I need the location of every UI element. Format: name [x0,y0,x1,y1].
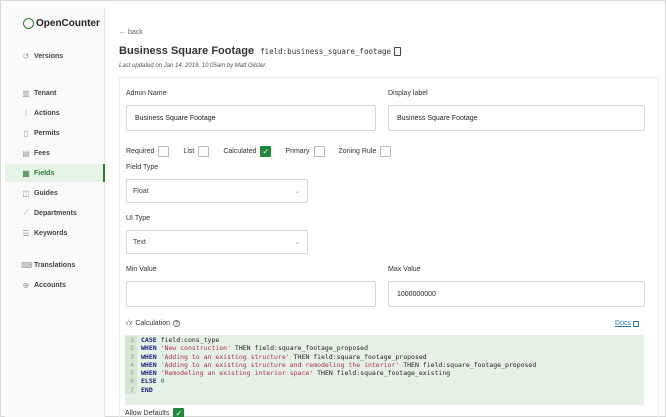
sidebar-item-label: Departments [34,209,77,217]
check-icon: ✓ [175,409,183,417]
main-content: ← back Business Square Footage field:bus… [119,1,659,417]
logo-text: OpenCounter [36,18,100,29]
sidebar-item-guides[interactable]: ◫ Guides [21,187,58,199]
display-label-label: Display label [388,90,428,97]
code-line: 4 WHEN 'Adding to an existing structure a… [125,360,644,370]
sidebar-item-label: Versions [34,52,64,60]
sidebar-item-departments[interactable]: ⟋ Departments [21,207,77,219]
logo-icon [23,18,34,29]
sidebar-item-permits[interactable]: ▯ Permits [21,127,60,139]
sidebar-item-actions[interactable]: ⁞ Actions [21,107,60,119]
code-line: 6 ELSE 0 [125,377,644,386]
allow-defaults-checkbox[interactable]: ✓ [173,408,185,417]
field-code: field:business_square_footage [260,46,392,56]
ui-type-value: Text [133,238,146,246]
logo[interactable]: OpenCounter [23,18,100,29]
max-value-label: Max Value [388,266,421,273]
calculation-code-editor[interactable]: 1 CASE field:cons_type 2 WHEN 'New constru… [125,335,644,405]
code-line: 2 WHEN 'New construction' THEN field:squa… [125,344,644,353]
globe-icon: ⊕ [22,280,30,290]
keyboard-icon: ⌨ [21,260,33,270]
help-icon[interactable]: ? [172,320,180,327]
sqrt-icon: √x [125,320,133,327]
sidebar-item-label: Keywords [34,229,68,237]
primary-checkbox[interactable] [313,146,325,157]
required-label: Required [126,148,155,155]
code-line: 7 END [125,385,644,395]
list-label: List [183,148,195,155]
required-checkbox[interactable] [158,146,170,157]
sidebar-item-label: Translations [34,261,76,269]
receipt-icon: ▤ [22,148,30,158]
actions-icon: ⁞ [24,108,28,118]
leaf-icon: ⟋ [23,208,29,217]
list-checkbox-item[interactable]: List [183,146,210,157]
sidebar-item-accounts[interactable]: ⊕ Accounts [21,279,66,291]
external-link-icon [633,320,639,327]
calculated-label: Calculated [223,148,257,155]
chevron-down-icon: ⌄ [294,189,300,195]
min-value-input[interactable] [126,281,376,307]
ui-type-select[interactable]: Text ⌄ [126,230,308,254]
calculated-checkbox[interactable]: ✓ [260,146,272,157]
copy-icon[interactable] [394,46,402,56]
docs-link[interactable]: Docs [615,320,639,327]
sidebar-item-label: Permits [34,129,60,137]
back-link[interactable]: ← back [119,29,143,36]
admin-name-input[interactable]: Business Square Footage [126,105,376,131]
zoning-rule-checkbox[interactable] [380,146,392,157]
calculation-label-text: Calculation [135,320,170,327]
chevron-down-icon: ⌄ [294,240,300,246]
required-checkbox-item[interactable]: Required [126,146,170,157]
building-icon: ▥ [22,88,30,98]
table-icon: ▦ [22,168,30,178]
primary-checkbox-item[interactable]: Primary [285,146,325,157]
field-type-value: Float [133,187,149,195]
app-window: OpenCounter ↺ Versions ▥ Tenant ⁞ Action… [0,0,666,417]
sidebar-item-label: Actions [34,109,60,117]
zoning-rule-label: Zoning Rule [338,148,377,155]
sidebar-item-label: Guides [34,189,58,197]
document-icon: ▯ [23,128,29,138]
sidebar-item-translations[interactable]: ⌨ Translations [21,259,75,271]
sidebar-item-label: Fees [34,149,50,157]
ui-type-label: UI Type [126,215,150,222]
admin-name-label: Admin Name [126,90,167,97]
code-line: 3 WHEN 'Adding to an existing structure' … [125,352,644,361]
list-icon: ☰ [22,228,30,238]
sidebar-item-label: Tenant [34,89,57,97]
allow-defaults-item[interactable]: Allow Defaults ✓ [125,408,185,417]
code-line: 5 WHEN 'Remodeling an existing interior s… [125,369,644,378]
code-line: 1 CASE field:cons_type [125,336,644,345]
docs-label: Docs [615,320,631,327]
last-updated-text: Last updated on Jan 14, 2019, 10:05am by… [119,63,267,69]
page-title: Business Square Footage field:business_s… [119,45,402,57]
sidebar-item-fields[interactable]: ▦ Fields [5,164,105,182]
page-title-text: Business Square Footage [119,45,255,57]
sidebar-item-tenant[interactable]: ▥ Tenant [21,87,56,99]
sidebar-item-label: Fields [34,169,55,177]
display-label-input[interactable]: Business Square Footage [388,105,645,131]
sidebar: OpenCounter ↺ Versions ▥ Tenant ⁞ Action… [5,7,105,417]
check-icon: ✓ [262,147,270,156]
primary-label: Primary [285,148,310,155]
sidebar-item-versions[interactable]: ↺ Versions [21,50,64,62]
list-checkbox[interactable] [198,146,210,157]
sidebar-item-label: Accounts [34,281,66,289]
min-value-label: Min Value [126,266,157,273]
calculation-label: √x Calculation ? [125,320,180,327]
field-type-select[interactable]: Float ⌄ [126,179,308,203]
zoning-rule-checkbox-item[interactable]: Zoning Rule [339,146,392,157]
sidebar-item-keywords[interactable]: ☰ Keywords [21,227,67,239]
max-value-input[interactable]: 1000000000 [388,281,645,307]
history-icon: ↺ [22,51,30,61]
sidebar-item-fees[interactable]: ▤ Fees [21,147,50,159]
flags-row: Required List Calculated ✓ Primary Zonin… [126,146,405,157]
field-type-label: Field Type [126,164,159,171]
calculated-checkbox-item[interactable]: Calculated ✓ [223,146,272,157]
allow-defaults-label: Allow Defaults [125,410,170,417]
book-icon: ◫ [22,188,30,198]
